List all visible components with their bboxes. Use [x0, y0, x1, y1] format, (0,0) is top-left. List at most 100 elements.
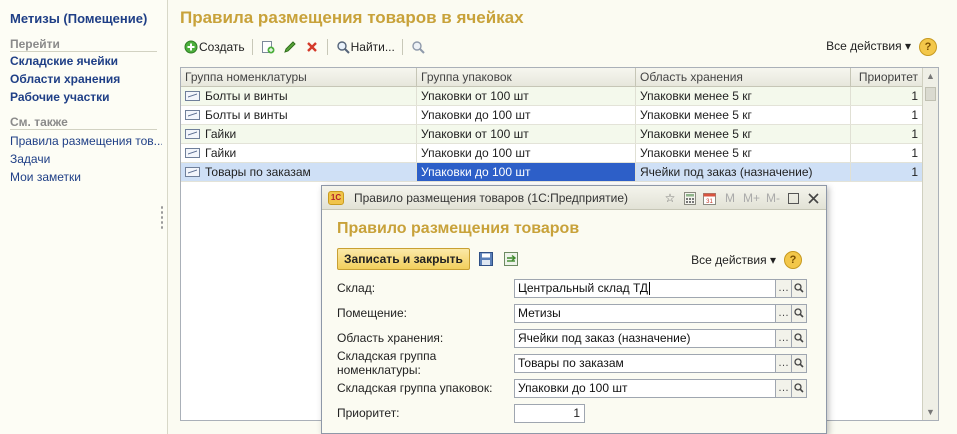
table-row[interactable]: Гайки Упаковки от 100 шт Упаковки менее … [181, 125, 938, 144]
all-actions-menu[interactable]: Все действия ▾ [826, 39, 911, 53]
cell-storage-area: Упаковки менее 5 кг [636, 144, 851, 162]
field-row-room: Помещение: Метизы … [337, 303, 807, 323]
help-button[interactable]: ? [919, 38, 937, 56]
seealso-divider [10, 129, 157, 130]
chevron-down-icon: ▾ [904, 39, 911, 53]
cell-pack-group: Упаковки от 100 шт [417, 87, 636, 105]
nav-tasks[interactable]: Задачи [10, 152, 162, 166]
toolbar-separator [251, 39, 253, 55]
goto-divider [10, 51, 157, 52]
room-input[interactable]: Метизы [514, 303, 776, 323]
storage-area-select-button[interactable]: … [776, 328, 792, 348]
create-label: Создать [199, 40, 245, 54]
copy-icon [260, 39, 276, 55]
cancel-search-button[interactable] [407, 36, 429, 58]
table-row[interactable]: Болты и винты Упаковки до 100 шт Упаковк… [181, 106, 938, 125]
list-item-icon [185, 91, 200, 101]
calendar-icon[interactable]: 31 [703, 190, 717, 206]
list-toolbar: Создать Найти... [180, 36, 429, 58]
panel-resize-grip[interactable] [160, 205, 164, 231]
column-header-item-group[interactable]: Группа номенклатуры [181, 68, 417, 86]
maximize-icon[interactable] [786, 190, 800, 206]
dialog-all-actions-label: Все действия [691, 253, 767, 267]
seealso-header: См. также [10, 115, 68, 129]
cell-item-group: Товары по заказам [181, 163, 417, 181]
dialog-titlebar[interactable]: 1С Правило размещения товаров (1С:Предпр… [322, 186, 826, 210]
memory-m-plus-button[interactable]: M+ [743, 190, 760, 206]
create-button[interactable]: Создать [180, 36, 248, 58]
memory-m-button[interactable]: M [723, 190, 737, 206]
room-select-button[interactable]: … [776, 303, 792, 323]
item-group-select-button[interactable]: … [776, 353, 792, 373]
cell-pack-group: Упаковки от 100 шт [417, 125, 636, 143]
column-header-pack-group[interactable]: Группа упаковок [417, 68, 636, 86]
delete-button[interactable] [301, 36, 323, 58]
warehouse-open-icon[interactable] [792, 278, 807, 298]
refresh-icon[interactable] [504, 252, 518, 266]
pack-group-select-button[interactable]: … [776, 378, 792, 398]
scroll-down-icon[interactable]: ▼ [923, 404, 938, 420]
storage-area-open-icon[interactable] [792, 328, 807, 348]
cell-item-group: Гайки [181, 144, 417, 162]
field-row-pack-group: Складская группа упаковок: Упаковки до 1… [337, 378, 807, 398]
list-item-icon [185, 167, 200, 177]
cell-item-group: Болты и винты [181, 106, 417, 124]
search-icon [335, 39, 351, 55]
dialog-help-button[interactable]: ? [784, 251, 802, 269]
table-row-selected[interactable]: Товары по заказам Упаковки до 100 шт Яче… [181, 163, 938, 182]
pack-group-input[interactable]: Упаковки до 100 шт [514, 378, 776, 398]
copy-button[interactable] [257, 36, 279, 58]
cell-priority: 1 [851, 87, 923, 105]
cell-priority: 1 [851, 144, 923, 162]
cell-storage-area: Упаковки менее 5 кг [636, 125, 851, 143]
pack-group-open-icon[interactable] [792, 378, 807, 398]
table-scrollbar[interactable]: ▲ ▼ [922, 68, 938, 420]
cell-text: Болты и винты [205, 108, 288, 122]
room-open-icon[interactable] [792, 303, 807, 323]
memory-m-minus-button[interactable]: M- [766, 190, 780, 206]
save-and-close-button[interactable]: Записать и закрыть [337, 248, 470, 270]
scrollbar-thumb[interactable] [925, 87, 936, 101]
close-icon[interactable] [806, 190, 820, 206]
chevron-down-icon: ▾ [769, 253, 776, 267]
warehouse-value: Центральный склад ТД [518, 281, 649, 295]
toolbar-separator [401, 39, 403, 55]
scroll-up-icon[interactable]: ▲ [923, 68, 938, 84]
dialog-title: Правило размещения товаров [337, 220, 580, 237]
item-group-open-icon[interactable] [792, 353, 807, 373]
warehouse-input[interactable]: Центральный склад ТД [514, 278, 776, 298]
warehouse-select-button[interactable]: … [776, 278, 792, 298]
priority-input[interactable]: 1 [514, 403, 585, 423]
table-row[interactable]: Болты и винты Упаковки от 100 шт Упаковк… [181, 87, 938, 106]
cell-priority: 1 [851, 125, 923, 143]
nav-placement-rules[interactable]: Правила размещения тов... [10, 134, 162, 148]
storage-area-input[interactable]: Ячейки под заказ (назначение) [514, 328, 776, 348]
pack-group-label: Складская группа упаковок: [337, 381, 493, 395]
nav-my-notes[interactable]: Мои заметки [10, 170, 162, 184]
nav-storage-areas[interactable]: Области хранения [10, 72, 120, 86]
column-header-priority[interactable]: Приоритет [851, 68, 923, 86]
nav-storage-cells[interactable]: Складские ячейки [10, 54, 118, 68]
favorites-star-icon[interactable]: ☆ [663, 190, 677, 206]
edit-button[interactable] [279, 36, 301, 58]
table-body: Болты и винты Упаковки от 100 шт Упаковк… [181, 87, 938, 182]
table-header: Группа номенклатуры Группа упаковок Обла… [181, 68, 938, 87]
priority-label: Приоритет: [337, 406, 400, 420]
page-title: Правила размещения товаров в ячейках [180, 8, 524, 27]
find-button[interactable]: Найти... [332, 36, 398, 58]
cell-pack-group: Упаковки до 100 шт [417, 144, 636, 162]
panel-title[interactable]: Метизы (Помещение) [10, 11, 147, 26]
window-controls: ☆ 31 M M+ M- [663, 190, 820, 206]
room-label: Помещение: [337, 306, 407, 320]
delete-icon [304, 39, 320, 55]
table-row[interactable]: Гайки Упаковки до 100 шт Упаковки менее … [181, 144, 938, 163]
cell-storage-area: Ячейки под заказ (назначение) [636, 163, 851, 181]
storage-area-label: Область хранения: [337, 331, 444, 345]
nav-work-areas[interactable]: Рабочие участки [10, 90, 110, 104]
dialog-all-actions-menu[interactable]: Все действия ▾ [691, 253, 776, 267]
column-header-storage-area[interactable]: Область хранения [636, 68, 851, 86]
item-group-input[interactable]: Товары по заказам [514, 353, 776, 373]
save-icon[interactable] [479, 252, 493, 266]
find-label: Найти... [350, 40, 395, 54]
calculator-icon[interactable] [683, 190, 697, 206]
